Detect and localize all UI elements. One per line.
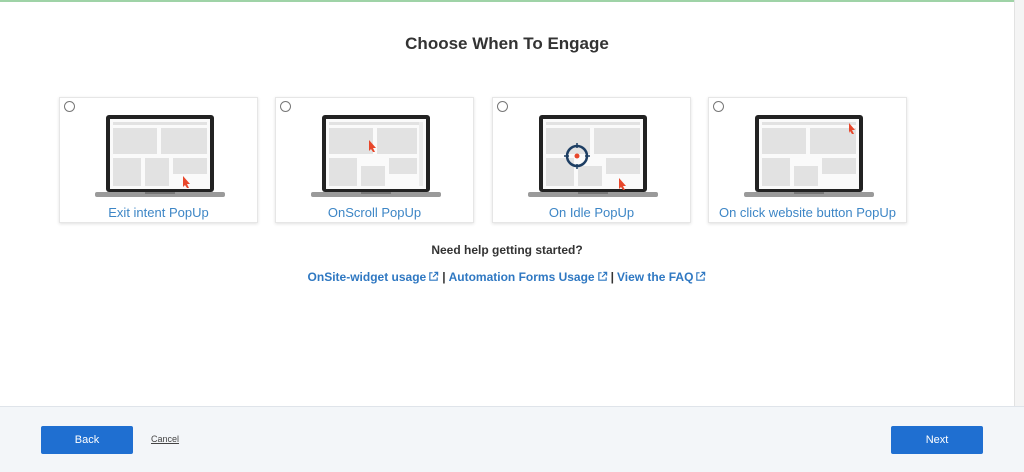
laptop-on-idle-icon: [528, 115, 658, 197]
onsite-widget-usage-text: OnSite-widget usage: [307, 270, 427, 284]
automation-forms-usage-link[interactable]: Automation Forms Usage: [449, 270, 608, 284]
onsite-widget-usage-link[interactable]: OnSite-widget usage: [308, 270, 440, 284]
page-title: Choose When To Engage: [405, 34, 609, 53]
on-idle-radio[interactable]: [497, 101, 508, 112]
on-click-card[interactable]: On click website button PopUp: [708, 97, 907, 223]
onscroll-card[interactable]: OnScroll PopUp: [275, 97, 474, 223]
on-click-label: On click website button PopUp: [718, 205, 897, 220]
exit-intent-label: Exit intent PopUp: [108, 205, 209, 220]
cancel-link[interactable]: Cancel: [151, 434, 179, 444]
exit-intent-radio[interactable]: [64, 101, 75, 112]
top-accent-line: [0, 0, 1024, 2]
view-faq-link[interactable]: View the FAQ: [617, 270, 706, 284]
view-faq-text: View the FAQ: [616, 270, 694, 284]
laptop-onscroll-icon: [311, 115, 441, 197]
back-button[interactable]: Back: [41, 426, 133, 454]
external-link-icon: [429, 271, 439, 281]
next-button[interactable]: Next: [891, 426, 983, 454]
external-link-icon: [597, 271, 607, 281]
automation-forms-usage-text: Automation Forms Usage: [448, 270, 595, 284]
external-link-icon: [696, 271, 706, 281]
exit-intent-card[interactable]: Exit intent PopUp: [59, 97, 258, 223]
help-heading: Need help getting started?: [431, 243, 583, 257]
link-separator: |: [442, 270, 446, 284]
laptop-exit-intent-icon: [95, 115, 225, 197]
link-separator: |: [610, 270, 614, 284]
laptop-on-click-icon: [744, 115, 874, 197]
footer-bar: Back Cancel Next: [0, 406, 1024, 472]
help-links: OnSite-widget usage | Automation Forms Usa…: [0, 270, 1014, 284]
on-click-radio[interactable]: [713, 101, 724, 112]
on-idle-label: On Idle PopUp: [548, 205, 635, 220]
onscroll-label: OnScroll PopUp: [327, 205, 422, 220]
on-idle-card[interactable]: On Idle PopUp: [492, 97, 691, 223]
scrollbar[interactable]: [1014, 0, 1024, 406]
onscroll-radio[interactable]: [280, 101, 291, 112]
